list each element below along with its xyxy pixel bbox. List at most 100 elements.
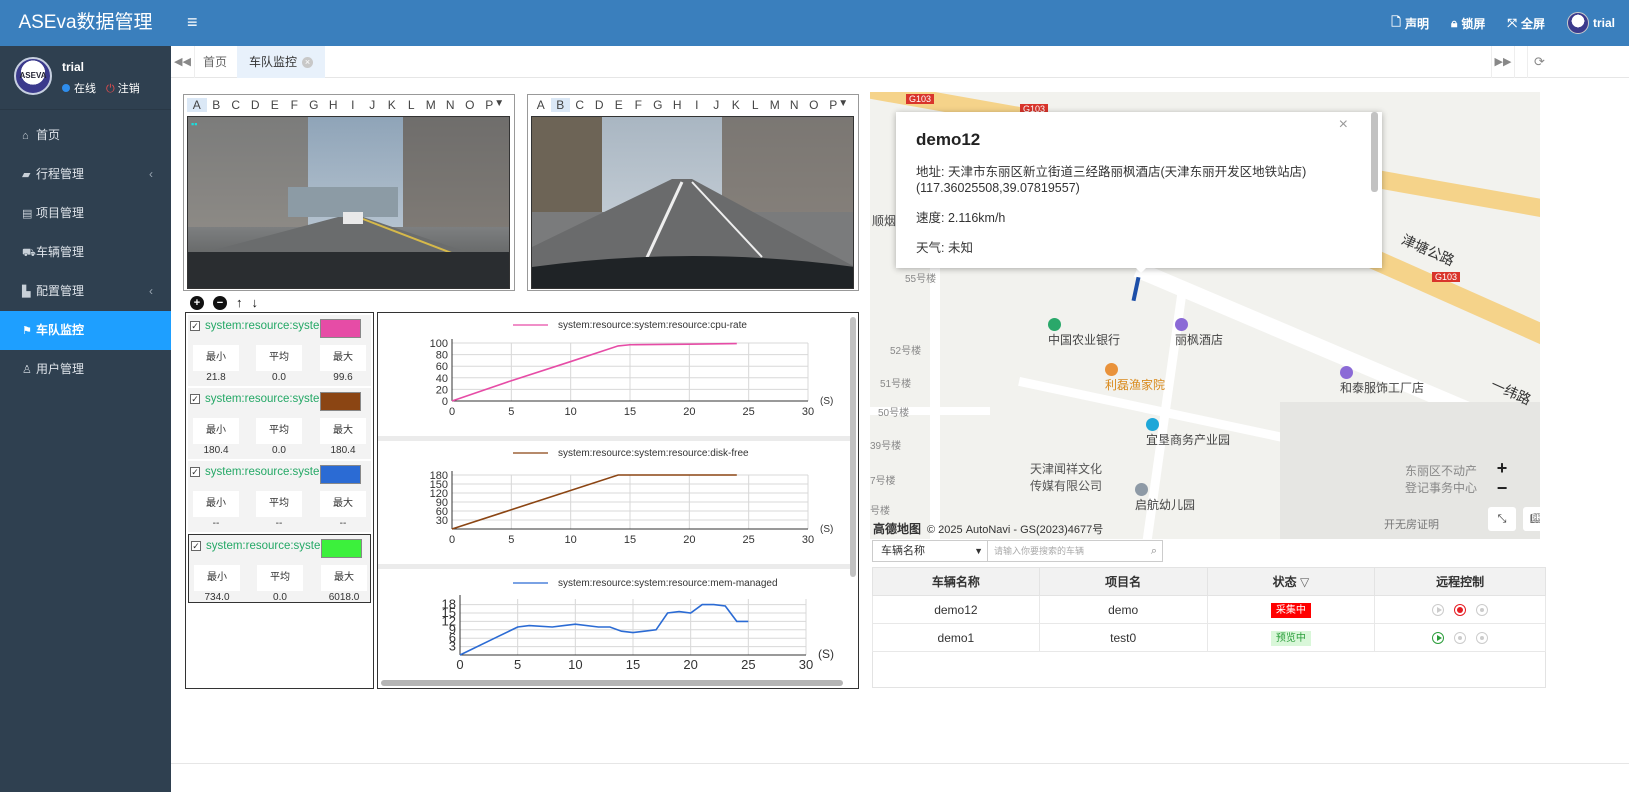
close-icon[interactable]: × bbox=[302, 57, 314, 69]
statement-button[interactable]: 🗋 声明 bbox=[1391, 13, 1429, 34]
tab-fleet-monitor[interactable]: 车队监控 × bbox=[237, 46, 326, 78]
column-header: 状态 bbox=[1272, 575, 1297, 589]
channel-f[interactable]: F bbox=[629, 98, 649, 112]
map-poi[interactable]: 启航幼儿园 bbox=[1135, 482, 1195, 513]
search-input[interactable]: 请输入你要搜索的车辆 ⌕ bbox=[988, 540, 1163, 562]
channel-b[interactable]: B bbox=[207, 98, 227, 112]
channel-o[interactable]: O bbox=[804, 98, 824, 112]
channel-c[interactable]: C bbox=[226, 98, 246, 112]
tabs-scroll-right-icon[interactable]: ▶▶ bbox=[1491, 46, 1515, 78]
sidebar-item-projects[interactable]: ▤ 项目管理 bbox=[0, 194, 171, 233]
channel-j[interactable]: J bbox=[707, 98, 727, 112]
series-color-swatch[interactable] bbox=[321, 539, 362, 558]
sidebar-item-trips[interactable]: ▰ 行程管理 ‹ bbox=[0, 155, 171, 194]
map-book-icon[interactable]: 📖︎ bbox=[1523, 507, 1540, 531]
series-checkbox[interactable]: ✓ bbox=[190, 394, 200, 404]
vertical-scrollbar[interactable] bbox=[850, 317, 856, 577]
series-checkbox[interactable]: ✓ bbox=[190, 467, 200, 477]
record-icon[interactable] bbox=[1454, 604, 1467, 617]
stop-icon[interactable] bbox=[1476, 632, 1489, 645]
channel-e[interactable]: E bbox=[265, 98, 285, 112]
series-color-swatch[interactable] bbox=[320, 392, 361, 411]
arrow-down-icon[interactable]: ↓ bbox=[252, 296, 259, 310]
lock-button[interactable]: 🔒︎ 锁屏 bbox=[1451, 15, 1485, 32]
min-value: 734.0 bbox=[204, 592, 230, 603]
channel-h[interactable]: H bbox=[668, 98, 688, 112]
column-header-status[interactable]: 状态 ▽ bbox=[1206, 567, 1376, 596]
logout-link[interactable]: 注销 bbox=[118, 83, 140, 95]
series-block[interactable]: ✓ system:resource:syste 最小 平均 最大 -- -- -… bbox=[188, 461, 371, 532]
channel-i[interactable]: I bbox=[687, 98, 707, 112]
series-block[interactable]: ✓ system:resource:syste 最小 平均 最大 21.8 0.… bbox=[188, 315, 371, 386]
series-color-swatch[interactable] bbox=[320, 465, 361, 484]
search-icon[interactable]: ⌕ bbox=[1151, 541, 1157, 561]
stop-icon[interactable] bbox=[1476, 604, 1489, 617]
channel-a[interactable]: A bbox=[187, 98, 207, 112]
fullscreen-button[interactable]: ⤧ 全屏 bbox=[1507, 15, 1545, 32]
sidebar-item-vehicles[interactable]: ⛟车辆管理 bbox=[0, 233, 171, 272]
refresh-icon[interactable]: ⟳ bbox=[1527, 46, 1551, 78]
zoom-out-button[interactable]: − bbox=[1493, 478, 1511, 499]
chevron-down-icon[interactable]: ▼ bbox=[834, 98, 854, 109]
bank-icon bbox=[1048, 318, 1061, 332]
channel-g[interactable]: G bbox=[648, 98, 668, 112]
channel-f[interactable]: F bbox=[285, 98, 305, 112]
horizontal-scrollbar[interactable] bbox=[381, 680, 843, 686]
filter-icon[interactable]: ▽ bbox=[1300, 575, 1309, 589]
play-icon[interactable] bbox=[1432, 632, 1445, 645]
channel-n[interactable]: N bbox=[785, 98, 805, 112]
channel-c[interactable]: C bbox=[570, 98, 590, 112]
series-block[interactable]: ✓ system:resource:syste 最小 平均 最大 180.4 0… bbox=[188, 388, 371, 459]
channel-k[interactable]: K bbox=[726, 98, 746, 112]
channel-n[interactable]: N bbox=[441, 98, 461, 112]
channel-i[interactable]: I bbox=[343, 98, 363, 112]
avg-value: 0.0 bbox=[273, 592, 287, 603]
series-checkbox[interactable]: ✓ bbox=[191, 541, 201, 551]
remove-icon[interactable]: − bbox=[213, 296, 227, 310]
logout-icon[interactable]: ⏻ bbox=[106, 83, 115, 95]
sidebar-item-home[interactable]: ⌂ 首页 bbox=[0, 116, 171, 155]
table-row[interactable]: demo12 demo 采集中 bbox=[872, 595, 1546, 624]
channel-o[interactable]: O bbox=[460, 98, 480, 112]
chevron-down-icon[interactable]: ▼ bbox=[490, 98, 510, 109]
vehicle-marker[interactable] bbox=[1131, 276, 1141, 302]
record-icon[interactable] bbox=[1454, 632, 1467, 645]
map-poi[interactable]: 中国农业银行 bbox=[1048, 317, 1120, 348]
channel-d[interactable]: D bbox=[590, 98, 610, 112]
user-menu[interactable]: trial bbox=[1566, 12, 1615, 34]
series-block[interactable]: ✓ system:resource:syste 最小 平均 最大 734.0 0… bbox=[188, 534, 371, 603]
search-field-select[interactable]: 车辆名称 ▼ bbox=[872, 540, 988, 562]
play-icon[interactable] bbox=[1432, 604, 1445, 617]
channel-e[interactable]: E bbox=[609, 98, 629, 112]
channel-m[interactable]: M bbox=[765, 98, 785, 112]
channel-j[interactable]: J bbox=[363, 98, 383, 112]
map-poi[interactable]: 宜垦商务产业园 bbox=[1146, 417, 1230, 448]
channel-a[interactable]: A bbox=[531, 98, 551, 112]
map-poi[interactable]: 和泰服饰工厂店 bbox=[1340, 365, 1424, 396]
channel-b[interactable]: B bbox=[550, 98, 570, 112]
menu-toggle-icon[interactable]: ≡ bbox=[187, 12, 198, 33]
map-fullscreen-icon[interactable]: ⤡ bbox=[1488, 507, 1516, 531]
table-row[interactable]: demo1 test0 预览中 bbox=[872, 623, 1546, 652]
map-poi[interactable]: 丽枫酒店 bbox=[1175, 317, 1223, 348]
x-tick-label: 25 bbox=[741, 657, 755, 672]
tab-home[interactable]: 首页 bbox=[191, 46, 239, 78]
add-icon[interactable]: + bbox=[190, 296, 204, 310]
channel-k[interactable]: K bbox=[382, 98, 402, 112]
channel-l[interactable]: L bbox=[402, 98, 422, 112]
series-color-swatch[interactable] bbox=[320, 319, 361, 338]
channel-l[interactable]: L bbox=[746, 98, 766, 112]
arrow-up-icon[interactable]: ↑ bbox=[236, 296, 243, 310]
series-checkbox[interactable]: ✓ bbox=[190, 321, 200, 331]
zoom-in-button[interactable]: + bbox=[1493, 458, 1511, 479]
close-icon[interactable]: × bbox=[1339, 116, 1348, 134]
map-poi[interactable]: 利磊渔家院 bbox=[1105, 362, 1165, 393]
channel-h[interactable]: H bbox=[324, 98, 344, 112]
channel-m[interactable]: M bbox=[421, 98, 441, 112]
popup-scrollbar[interactable] bbox=[1371, 112, 1378, 192]
sidebar-item-users[interactable]: ♙ 用户管理 bbox=[0, 350, 171, 389]
channel-d[interactable]: D bbox=[246, 98, 266, 112]
channel-g[interactable]: G bbox=[304, 98, 324, 112]
sidebar-item-config[interactable]: ▙ 配置管理 ‹ bbox=[0, 272, 171, 311]
sidebar-item-fleet-monitor[interactable]: ⚑ 车队监控 bbox=[0, 311, 171, 350]
